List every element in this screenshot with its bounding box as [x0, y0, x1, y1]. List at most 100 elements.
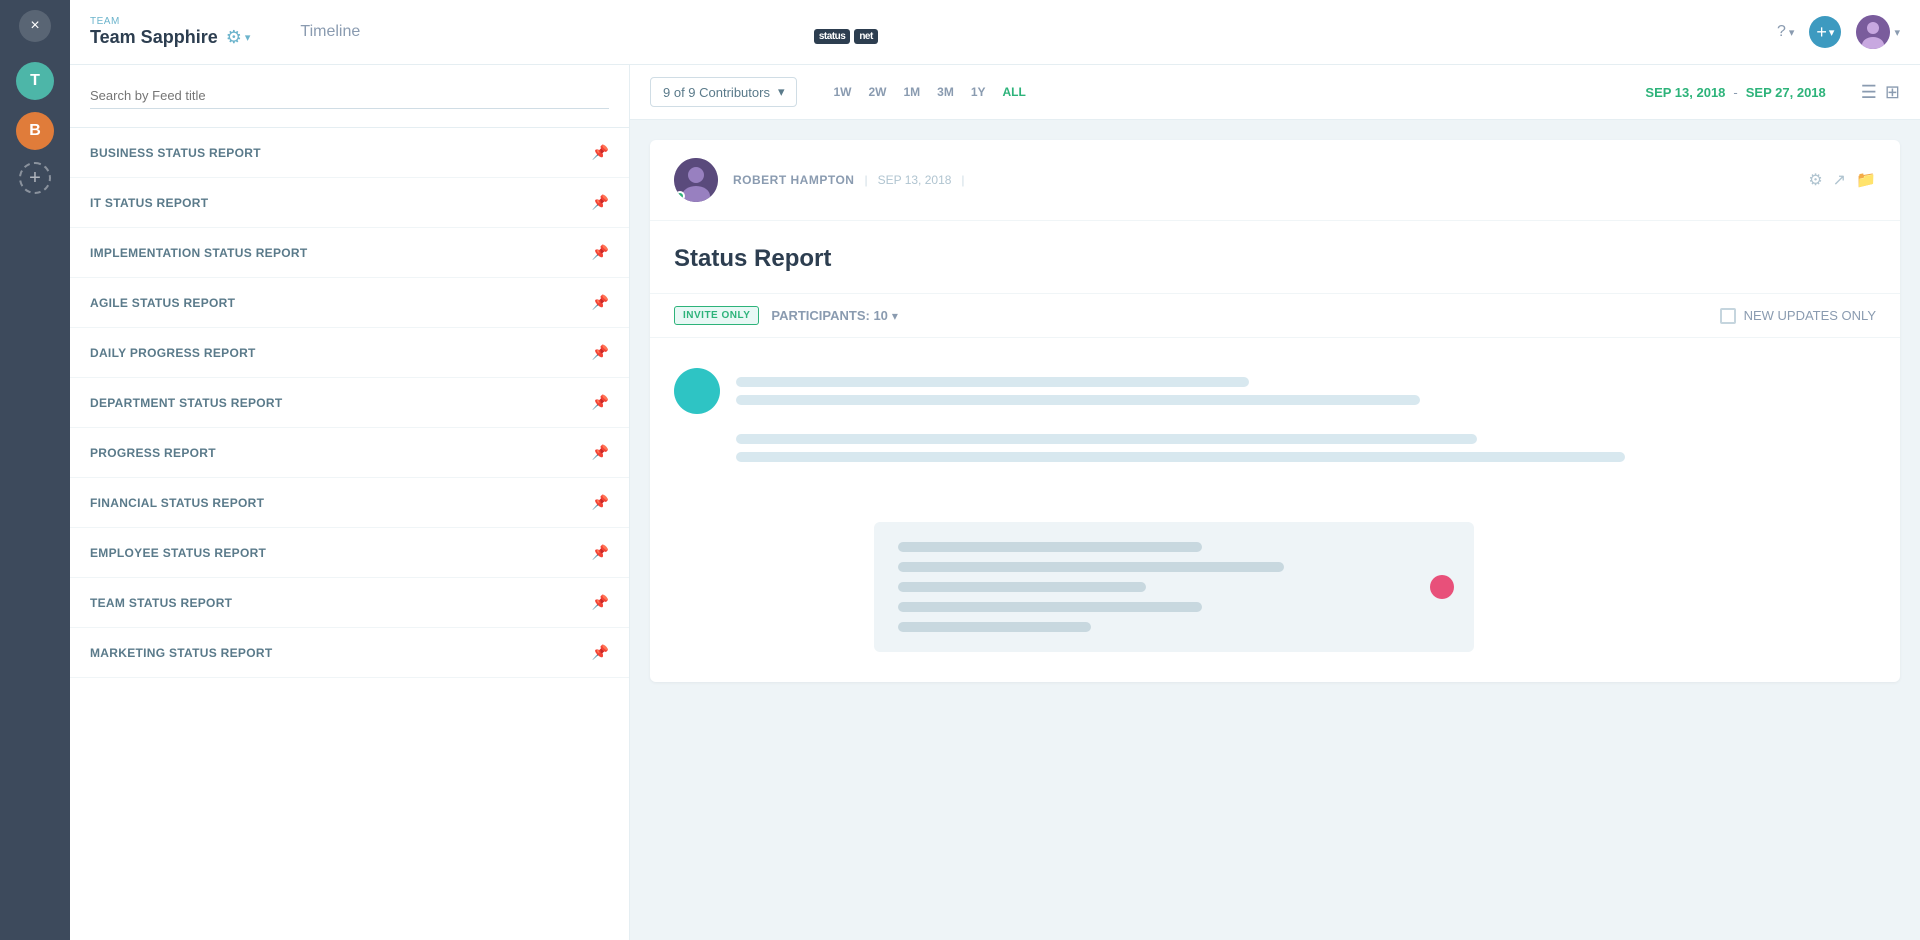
pin-icon: 📌 [592, 344, 609, 361]
share-icon: ↗ [1833, 172, 1846, 189]
placeholder-row-1 [674, 368, 1876, 414]
feed-item-label: BUSINESS STATUS REPORT [90, 146, 261, 160]
feed-item-label: DAILY PROGRESS REPORT [90, 346, 256, 360]
report-card-header: ROBERT HAMPTON | SEP 13, 2018 | ⚙ ↗ [650, 140, 1900, 221]
pin-icon: 📌 [592, 144, 609, 161]
feed-item-label: IT STATUS REPORT [90, 196, 208, 210]
report-area: ROBERT HAMPTON | SEP 13, 2018 | ⚙ ↗ [630, 120, 1920, 940]
list-item[interactable]: DAILY PROGRESS REPORT 📌 [70, 328, 629, 378]
list-item[interactable]: MARKETING STATUS REPORT 📌 [70, 628, 629, 678]
list-item[interactable]: FINANCIAL STATUS REPORT 📌 [70, 478, 629, 528]
logo-block: statusnet [810, 19, 878, 45]
placeholder-lines [736, 377, 1876, 405]
contributors-select[interactable]: 9 of 9 Contributors ▾ [650, 77, 797, 107]
list-item[interactable]: AGILE STATUS REPORT 📌 [70, 278, 629, 328]
settings-icon-button[interactable]: ⚙ [1808, 170, 1822, 190]
report-author-name: ROBERT HAMPTON [733, 173, 854, 187]
participants-chevron[interactable]: ▾ [892, 309, 898, 323]
report-body [650, 338, 1900, 682]
team-name: Team Sapphire [90, 27, 218, 48]
list-item[interactable]: DEPARTMENT STATUS REPORT 📌 [70, 378, 629, 428]
plus-icon: + [1816, 22, 1827, 43]
folder-icon-button[interactable]: 📁 [1856, 170, 1876, 190]
pin-icon: 📌 [592, 444, 609, 461]
new-updates-checkbox[interactable] [1720, 308, 1736, 324]
view-icons: ☰ ⊞ [1861, 82, 1900, 103]
period-1m[interactable]: 1M [897, 81, 926, 103]
period-all[interactable]: ALL [997, 81, 1032, 103]
report-title-section: Status Report [650, 221, 1900, 293]
user-avatar[interactable] [1856, 15, 1890, 49]
content-area: BUSINESS STATUS REPORT 📌 IT STATUS REPOR… [70, 65, 1920, 940]
comment-line [898, 602, 1202, 612]
help-button[interactable]: ? ▾ [1777, 23, 1794, 41]
meta-separator2: | [961, 173, 964, 187]
new-updates-text: NEW UPDATES ONLY [1744, 308, 1876, 323]
placeholder-line [736, 434, 1477, 444]
date-separator: - [1733, 85, 1737, 100]
settings-icon: ⚙ [1808, 172, 1822, 189]
user-menu[interactable]: ▾ [1856, 15, 1900, 49]
feed-list: BUSINESS STATUS REPORT 📌 IT STATUS REPOR… [70, 128, 629, 940]
grid-view-icon: ⊞ [1885, 82, 1900, 102]
list-item[interactable]: TEAM STATUS REPORT 📌 [70, 578, 629, 628]
report-card: ROBERT HAMPTON | SEP 13, 2018 | ⚙ ↗ [650, 140, 1900, 682]
invite-badge: INVITE ONLY [674, 306, 759, 325]
chevron-down-icon: ▾ [1894, 26, 1900, 39]
comment-line [898, 542, 1202, 552]
search-bar [70, 65, 629, 128]
list-view-button[interactable]: ☰ [1861, 82, 1877, 103]
comment-line [898, 562, 1284, 572]
search-input[interactable] [90, 83, 609, 109]
team-avatar-t[interactable]: T [16, 62, 54, 100]
placeholder-avatar [674, 368, 720, 414]
participants-count: PARTICIPANTS: 10 [771, 308, 888, 323]
icon-bar: × T B + [0, 0, 70, 940]
report-author-avatar [674, 158, 718, 202]
period-2w[interactable]: 2W [862, 81, 892, 103]
pin-icon: 📌 [592, 544, 609, 561]
chevron-down-icon: ▾ [1789, 26, 1795, 39]
period-1w[interactable]: 1W [827, 81, 857, 103]
feed-item-label: EMPLOYEE STATUS REPORT [90, 546, 266, 560]
close-button[interactable]: × [19, 10, 51, 42]
period-3m[interactable]: 3M [931, 81, 960, 103]
feed-item-label: MARKETING STATUS REPORT [90, 646, 272, 660]
report-date: SEP 13, 2018 [878, 173, 952, 187]
report-actions: ⚙ ↗ 📁 [1808, 170, 1876, 190]
participants-bar: INVITE ONLY PARTICIPANTS: 10 ▾ NEW UPDAT… [650, 293, 1900, 338]
pin-icon: 📌 [592, 294, 609, 311]
right-panel: 9 of 9 Contributors ▾ 1W 2W 1M 3M 1Y ALL… [630, 65, 1920, 940]
feed-item-label: FINANCIAL STATUS REPORT [90, 496, 264, 510]
list-item[interactable]: IT STATUS REPORT 📌 [70, 178, 629, 228]
add-content-button[interactable]: + ▾ [1809, 16, 1841, 48]
comment-line [898, 622, 1091, 632]
report-title: Status Report [674, 245, 1876, 273]
header-right: ? ▾ + ▾ ▾ [1777, 15, 1900, 49]
list-item[interactable]: BUSINESS STATUS REPORT 📌 [70, 128, 629, 178]
new-updates-toggle[interactable]: NEW UPDATES ONLY [1720, 308, 1876, 324]
gear-button[interactable]: ⚙ ▾ [226, 27, 251, 48]
placeholder-sub-lines [736, 434, 1876, 462]
list-item[interactable]: PROGRESS REPORT 📌 [70, 428, 629, 478]
placeholder-line [736, 377, 1249, 387]
feed-item-label: AGILE STATUS REPORT [90, 296, 235, 310]
chevron-down-icon: ▾ [778, 84, 785, 100]
list-item[interactable]: IMPLEMENTATION STATUS REPORT 📌 [70, 228, 629, 278]
team-avatar-b[interactable]: B [16, 112, 54, 150]
grid-view-button[interactable]: ⊞ [1885, 82, 1900, 103]
period-1y[interactable]: 1Y [965, 81, 992, 103]
list-item[interactable]: EMPLOYEE STATUS REPORT 📌 [70, 528, 629, 578]
user-avatar-img [1856, 15, 1890, 49]
list-view-icon: ☰ [1861, 82, 1877, 102]
meta-separator: | [864, 173, 867, 187]
pin-icon: 📌 [592, 394, 609, 411]
participants-left: INVITE ONLY PARTICIPANTS: 10 ▾ [674, 306, 898, 325]
report-meta: ROBERT HAMPTON | SEP 13, 2018 | [733, 173, 1793, 187]
gear-icon: ⚙ [226, 27, 242, 48]
share-icon-button[interactable]: ↗ [1833, 170, 1846, 190]
add-team-button[interactable]: + [19, 162, 51, 194]
feed-item-label: PROGRESS REPORT [90, 446, 216, 460]
pin-icon: 📌 [592, 244, 609, 261]
feed-item-label: TEAM STATUS REPORT [90, 596, 232, 610]
